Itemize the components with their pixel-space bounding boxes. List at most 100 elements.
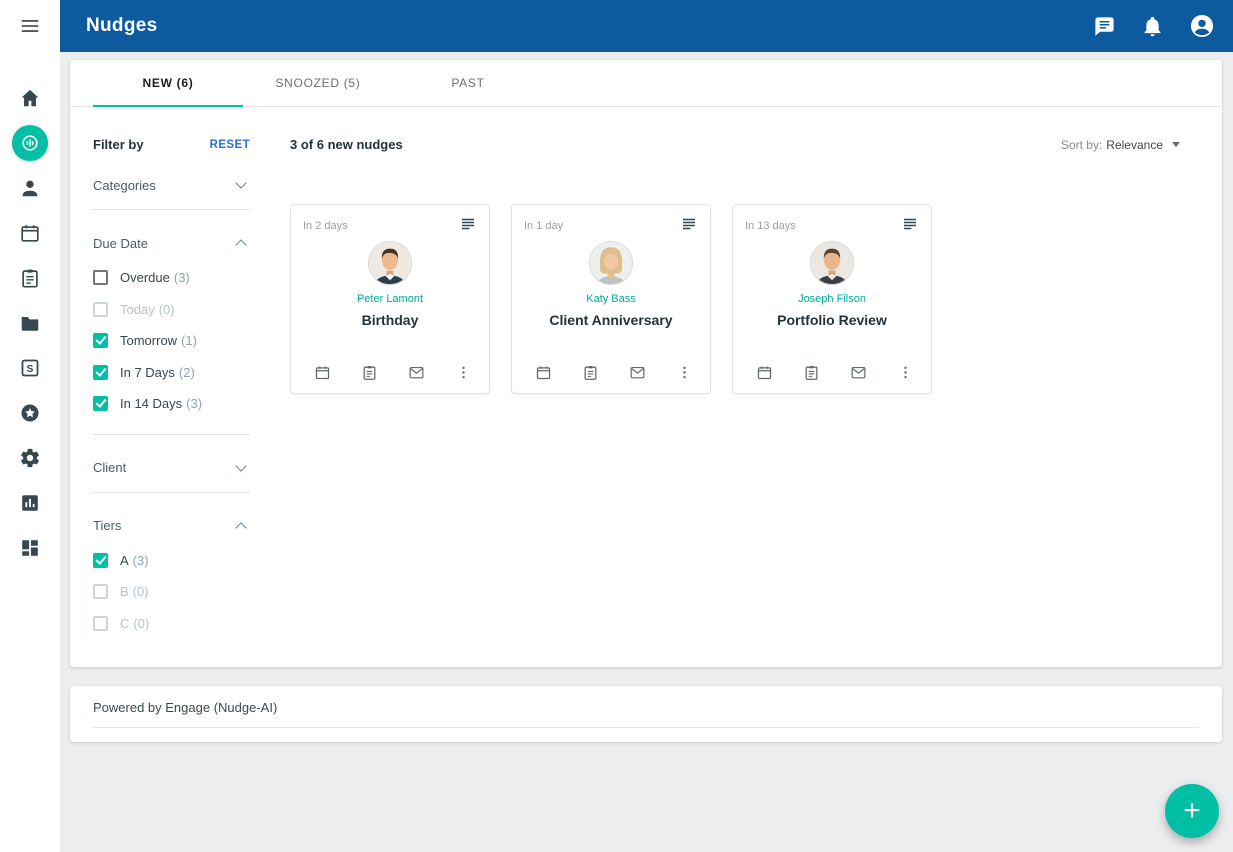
filter-option-tier-a[interactable]: A (3) [93,545,250,577]
tab-snoozed[interactable]: SNOOZED (5) [243,60,393,106]
main-column: Nudges NEW (6) SNOOZED (5) PAST [60,0,1233,852]
filter-option-in-7-days[interactable]: In 7 Days (2) [93,357,250,389]
filter-option-tier-b[interactable]: B (0) [93,576,250,608]
sidebar-item-sales[interactable] [0,345,60,390]
option-count: (0) [133,616,149,631]
calendar-icon[interactable] [756,364,773,381]
gear-icon [19,447,41,469]
content-area: NEW (6) SNOOZED (5) PAST Filter by RESET… [60,52,1233,852]
option-label: C [120,616,129,631]
option-count: (0) [159,302,175,317]
option-count: (3) [133,553,149,568]
tier-options: A (3) B (0) C (0) [93,545,250,640]
checkbox[interactable] [93,584,108,599]
filter-option-tomorrow[interactable]: Tomorrow (1) [93,325,250,357]
mail-icon[interactable] [408,364,425,381]
account-circle-icon[interactable] [1189,13,1215,39]
app-root: Nudges NEW (6) SNOOZED (5) PAST [0,0,1233,852]
nudge-title: Portfolio Review [777,312,887,328]
star-circle-icon [19,402,41,424]
nudge-title: Client Anniversary [549,312,672,328]
nudge-title: Birthday [362,312,419,328]
nudge-details-button[interactable] [901,215,919,238]
option-label: Today [120,302,155,317]
client-name-link[interactable]: Joseph Filson [798,293,866,305]
nudge-cards: In 2 days [290,204,1180,394]
sidebar-item-documents[interactable] [0,300,60,345]
client-avatar [367,240,413,286]
sidebar-item-dashboard[interactable] [0,525,60,570]
sort-value: Relevance [1106,138,1163,152]
card-action-bar [303,364,477,381]
calendar-icon[interactable] [314,364,331,381]
due-label: In 1 day [524,215,563,232]
filter-option-overdue[interactable]: Overdue (3) [93,262,250,294]
filter-section-tiers[interactable]: Tiers [93,516,250,536]
checkbox[interactable] [93,302,108,317]
checkbox[interactable] [93,553,108,568]
s-square-icon [19,357,41,379]
mail-icon[interactable] [629,364,646,381]
checkbox[interactable] [93,396,108,411]
app-header: Nudges [60,0,1233,52]
note-icon[interactable] [803,364,820,381]
results-summary: 3 of 6 new nudges [290,137,403,152]
option-count: (0) [133,584,149,599]
sidebar-item-settings[interactable] [0,435,60,480]
checkbox[interactable] [93,365,108,380]
filter-title: Filter by [93,137,144,152]
checkbox[interactable] [93,616,108,631]
client-avatar [588,240,634,286]
dropdown-arrow-icon [1172,142,1180,147]
sidebar-item-tasks[interactable] [0,255,60,300]
add-nudge-fab[interactable]: + [1165,784,1219,838]
note-icon[interactable] [582,364,599,381]
filter-section-due-date[interactable]: Due Date [93,233,250,253]
page-title: Nudges [86,15,157,37]
folder-icon [19,312,41,334]
option-label: A [120,553,129,568]
sidebar-item-favorites[interactable] [0,390,60,435]
card-action-bar [524,364,698,381]
filter-option-today[interactable]: Today (0) [93,294,250,326]
nudge-card: In 13 days [732,204,932,394]
sidebar-item-nudges[interactable] [0,120,60,165]
option-count: (2) [179,365,195,380]
card-action-bar [745,364,919,381]
client-name-link[interactable]: Peter Lamont [357,293,423,305]
sidebar-menu-button[interactable] [0,4,60,48]
due-label: In 2 days [303,215,348,232]
client-avatar [809,240,855,286]
checkbox[interactable] [93,270,108,285]
calendar-icon[interactable] [535,364,552,381]
more-vert-icon[interactable] [897,364,914,381]
nudge-details-button[interactable] [680,215,698,238]
sidebar-item-calendar[interactable] [0,210,60,255]
active-indicator [12,125,48,161]
more-vert-icon[interactable] [676,364,693,381]
subject-lines-icon [901,215,919,233]
sidebar-item-reports[interactable] [0,480,60,525]
filter-option-in-14-days[interactable]: In 14 Days (3) [93,388,250,420]
nudge-details-button[interactable] [459,215,477,238]
sort-dropdown[interactable]: Sort by: Relevance [1061,138,1180,152]
filter-section-client[interactable]: Client [93,458,250,478]
notifications-bell-icon[interactable] [1141,15,1164,38]
option-label: In 14 Days [120,396,182,411]
filter-option-tier-c[interactable]: C (0) [93,608,250,640]
mail-icon[interactable] [850,364,867,381]
client-name-link[interactable]: Katy Bass [586,293,636,305]
sidebar-item-home[interactable] [0,75,60,120]
more-vert-icon[interactable] [455,364,472,381]
reset-filters-button[interactable]: RESET [210,139,250,151]
option-count: (1) [181,333,197,348]
nudge-card: In 1 day [511,204,711,394]
sidebar-item-profile[interactable] [0,165,60,210]
chat-icon[interactable] [1093,15,1116,38]
tab-new[interactable]: NEW (6) [93,60,243,106]
checkbox[interactable] [93,333,108,348]
note-icon[interactable] [361,364,378,381]
home-icon [19,87,41,109]
tab-past[interactable]: PAST [393,60,543,106]
filter-section-categories[interactable]: Categories [93,175,250,195]
